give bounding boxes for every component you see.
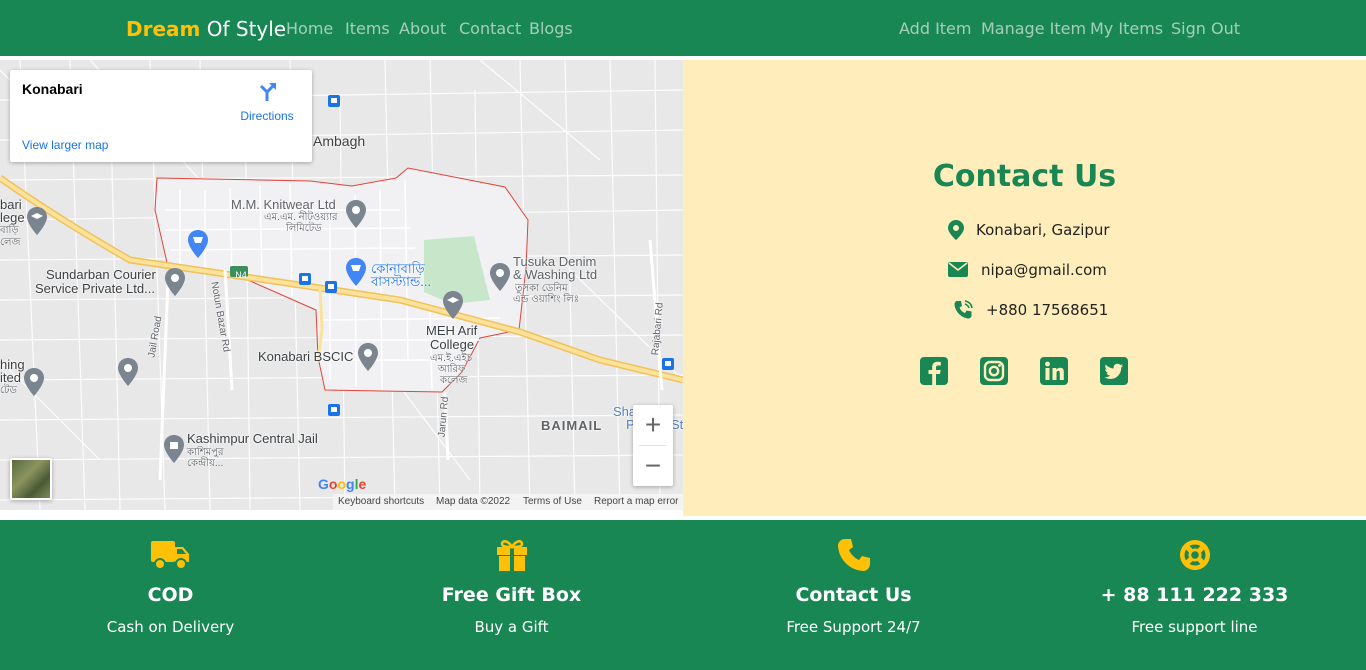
gift-icon bbox=[497, 540, 527, 571]
bus-stop-icon[interactable] bbox=[328, 404, 340, 416]
terms-of-use-link[interactable]: Terms of Use bbox=[523, 494, 582, 510]
feature-support-line: + 88 111 222 333 Free support line bbox=[1024, 520, 1365, 670]
brand-logo[interactable]: Dream Of Style bbox=[126, 16, 286, 42]
school-pin-icon[interactable] bbox=[443, 291, 463, 319]
map-label-kashimpur-jail: Kashimpur Central Jail bbox=[187, 431, 318, 446]
envelope-icon bbox=[948, 262, 968, 277]
map-place-title: Konabari bbox=[22, 81, 83, 97]
feature-subtitle: Free Support 24/7 bbox=[786, 618, 921, 636]
map-pin-icon[interactable] bbox=[490, 263, 510, 291]
feature-title: Contact Us bbox=[795, 584, 912, 606]
navbar: Dream Of Style Home Items About Contact … bbox=[0, 0, 1366, 56]
feature-subtitle: Cash on Delivery bbox=[106, 618, 235, 636]
feature-gift: Free Gift Box Buy a Gift bbox=[341, 520, 682, 670]
contact-phone: +880 17568651 bbox=[953, 300, 1153, 322]
embedded-map[interactable]: Ambagh M.M. Knitwear Ltd এম.এম. নীটওয়্য… bbox=[0, 60, 683, 510]
view-larger-map-link[interactable]: View larger map bbox=[22, 138, 108, 152]
zoom-in-button[interactable]: + bbox=[633, 405, 673, 445]
map-attribution-bar: Keyboard shortcuts Map data ©2022 Terms … bbox=[333, 494, 683, 510]
school-pin-icon[interactable] bbox=[27, 207, 47, 235]
keyboard-shortcuts-link[interactable]: Keyboard shortcuts bbox=[338, 494, 424, 510]
features-strip: COD Cash on Delivery Free Gift Box Buy a… bbox=[0, 520, 1366, 670]
map-label-tusuka-bn2: এন্ড ওয়াশিং লিঃ bbox=[513, 294, 580, 305]
contact-address-text: Konabari, Gazipur bbox=[976, 221, 1110, 239]
linkedin-icon[interactable] bbox=[1039, 356, 1069, 386]
map-label-meh-bn3: কলেজ bbox=[440, 375, 468, 386]
satellite-toggle[interactable] bbox=[10, 458, 52, 500]
contact-phone-text: +880 17568651 bbox=[986, 301, 1109, 319]
map-label-tusuka-2: & Washing Ltd bbox=[513, 267, 598, 282]
bus-stop-icon[interactable] bbox=[299, 273, 311, 285]
contact-email: nipa@gmail.com bbox=[948, 260, 1148, 282]
map-pin-icon[interactable] bbox=[165, 268, 185, 296]
map-label-sundarban-2: Service Private Ltd... bbox=[35, 281, 155, 296]
lifebuoy-icon bbox=[1180, 540, 1210, 570]
feature-contact: Contact Us Free Support 24/7 bbox=[683, 520, 1024, 670]
brand-rest: Of Style bbox=[200, 17, 287, 41]
nav-link-about[interactable]: About bbox=[399, 18, 446, 40]
bus-stop-icon[interactable] bbox=[328, 95, 340, 107]
facebook-icon[interactable] bbox=[919, 356, 949, 386]
map-label-meh: MEH Arif bbox=[426, 323, 478, 338]
map-label-busstand-2: বাসস্ট্যান্ড... bbox=[371, 274, 432, 289]
twitter-icon[interactable] bbox=[1099, 356, 1129, 386]
contact-address: Konabari, Gazipur bbox=[948, 220, 1148, 242]
map-pin-icon[interactable] bbox=[346, 200, 366, 228]
map-pin-icon[interactable] bbox=[24, 368, 44, 396]
map-label-baimail: BAIMAIL bbox=[541, 418, 603, 433]
directions-label: Directions bbox=[240, 109, 294, 123]
phone-volume-icon bbox=[954, 300, 973, 319]
feature-title: + 88 111 222 333 bbox=[1100, 584, 1289, 606]
map-place-card: Konabari Directions View larger map bbox=[10, 70, 312, 162]
nav-link-home[interactable]: Home bbox=[286, 18, 333, 40]
bus-stop-icon[interactable] bbox=[662, 358, 674, 370]
feature-cod: COD Cash on Delivery bbox=[0, 520, 341, 670]
instagram-icon[interactable] bbox=[979, 356, 1009, 386]
map-label-meh-2: College bbox=[430, 337, 475, 352]
map-label-knitwear-bn2: লিমিটেড bbox=[286, 223, 322, 234]
map-label-sundarban: Sundarban Courier bbox=[46, 267, 156, 282]
shopping-pin-icon[interactable] bbox=[346, 258, 366, 286]
map-data-text: Map data ©2022 bbox=[436, 496, 511, 507]
map-label-kashimpur-bn2: কেন্দ্রীয়... bbox=[187, 458, 224, 469]
map-label-ited: ited bbox=[0, 370, 21, 385]
contact-email-text[interactable]: nipa@gmail.com bbox=[981, 260, 1107, 280]
nav-link-items[interactable]: Items bbox=[345, 18, 390, 40]
map-label-bscic: Konabari BSCIC bbox=[258, 349, 354, 364]
contact-panel: Contact Us Konabari, Gazipur nipa@gmail.… bbox=[683, 60, 1366, 516]
nav-link-my-items[interactable]: My Items bbox=[1090, 18, 1163, 40]
nav-link-contact[interactable]: Contact bbox=[459, 18, 521, 40]
nav-link-blogs[interactable]: Blogs bbox=[529, 18, 573, 40]
shopping-pin-icon[interactable] bbox=[188, 230, 208, 258]
report-map-error-link[interactable]: Report a map error bbox=[594, 494, 678, 510]
map-label-ambagh: Ambagh bbox=[313, 133, 366, 149]
contact-title: Contact Us bbox=[932, 159, 1117, 194]
map-label-ted-bn: টেড bbox=[0, 385, 17, 396]
location-pin-icon bbox=[948, 220, 964, 240]
brand-highlight: Dream bbox=[126, 17, 201, 41]
nav-link-manage-item[interactable]: Manage Item bbox=[981, 18, 1086, 40]
feature-title: COD bbox=[147, 584, 194, 606]
directions-button[interactable]: Directions bbox=[236, 80, 298, 123]
feature-subtitle: Buy a Gift bbox=[474, 618, 549, 636]
nav-link-add-item[interactable]: Add Item bbox=[899, 18, 971, 40]
map-label-knitwear: M.M. Knitwear Ltd bbox=[231, 197, 336, 212]
google-logo-text: Google bbox=[318, 476, 367, 492]
map-label-lege-bn: লেজ bbox=[0, 237, 21, 248]
map-pin-icon[interactable] bbox=[358, 343, 378, 371]
directions-icon bbox=[259, 83, 276, 101]
zoom-out-button[interactable]: − bbox=[633, 446, 673, 486]
nav-link-sign-out[interactable]: Sign Out bbox=[1171, 18, 1240, 40]
google-logo: Google bbox=[318, 476, 366, 492]
phone-icon bbox=[838, 539, 870, 571]
map-pin-icon[interactable] bbox=[118, 358, 138, 386]
truck-icon bbox=[151, 541, 189, 570]
road-shield-n4: N4 bbox=[235, 270, 247, 280]
bus-stop-icon[interactable] bbox=[325, 281, 337, 293]
map-label-lege: lege bbox=[0, 210, 25, 225]
government-pin-icon[interactable] bbox=[164, 435, 184, 463]
feature-title: Free Gift Box bbox=[441, 584, 582, 606]
zoom-controls: + − bbox=[633, 405, 673, 486]
feature-subtitle: Free support line bbox=[1131, 618, 1258, 636]
